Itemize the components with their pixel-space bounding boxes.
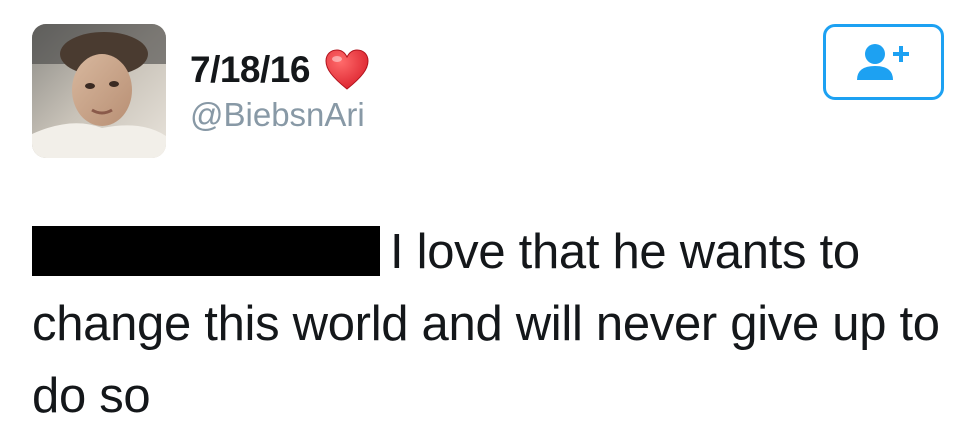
redaction-bar xyxy=(32,226,380,276)
display-name-row: 7/18/16 xyxy=(190,48,370,92)
display-name[interactable]: 7/18/16 xyxy=(190,48,310,92)
follow-button[interactable] xyxy=(823,24,944,100)
avatar-photo xyxy=(32,24,166,158)
tweet-text: I love that he wants to change this worl… xyxy=(32,216,962,432)
follow-person-plus-icon xyxy=(856,44,909,80)
user-handle[interactable]: @BiebsnAri xyxy=(190,95,365,135)
avatar[interactable] xyxy=(32,24,166,158)
red-heart-icon xyxy=(325,49,369,90)
